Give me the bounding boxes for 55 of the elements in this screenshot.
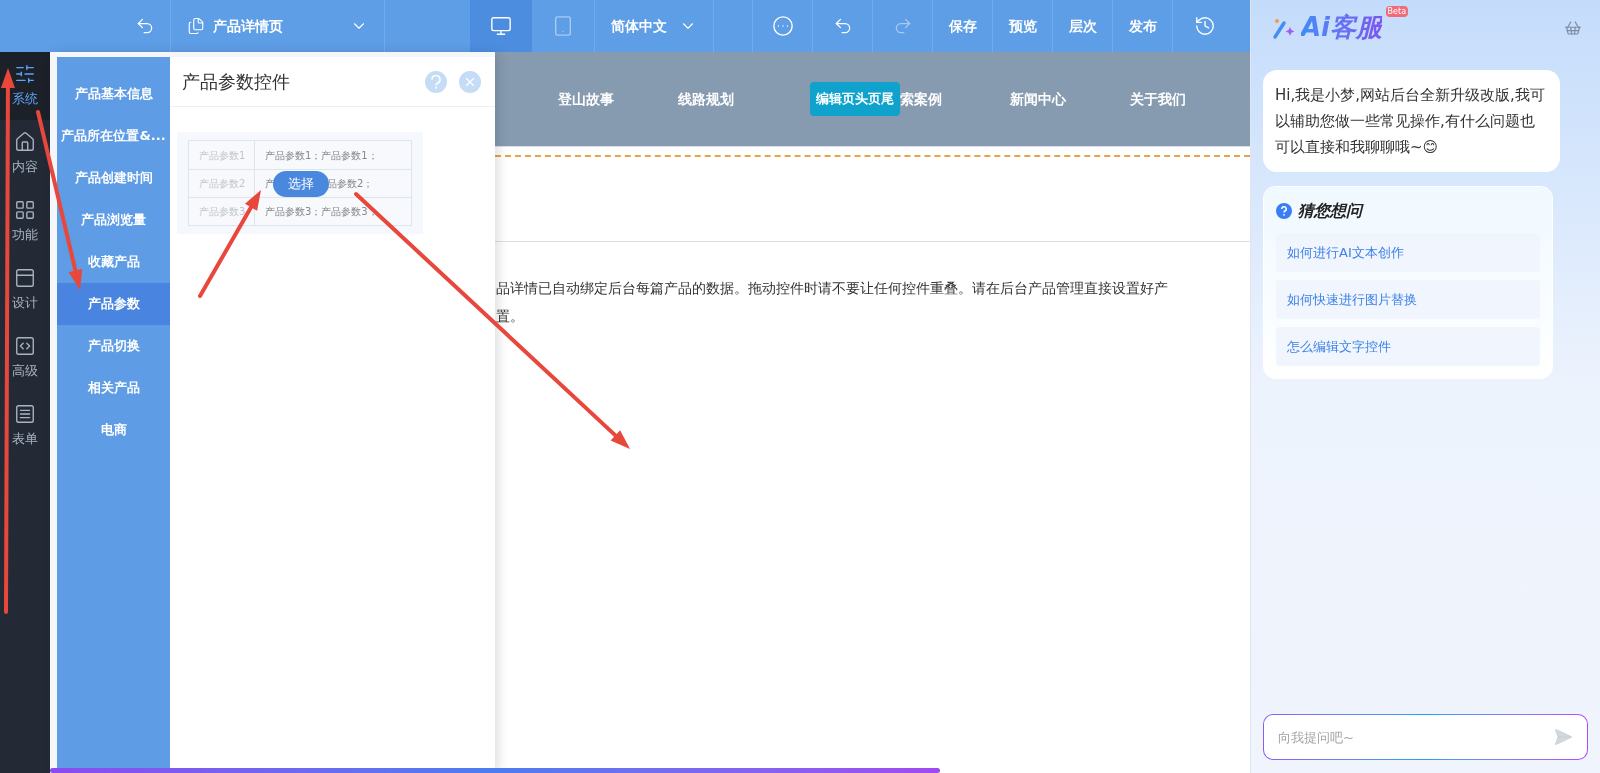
help-icon	[430, 74, 442, 89]
suggestion-item[interactable]: 怎么编辑文字控件	[1276, 327, 1540, 366]
beta-badge: Beta	[1385, 6, 1409, 17]
layout-icon	[14, 267, 36, 290]
tablet-icon	[552, 15, 574, 37]
submenu-item[interactable]: 产品基本信息	[57, 73, 170, 115]
question-icon	[1276, 203, 1292, 219]
submenu-item[interactable]: 产品浏览量	[57, 199, 170, 241]
clear-button[interactable]	[1564, 18, 1582, 37]
horizontal-scrollbar[interactable]	[50, 768, 940, 773]
code-icon	[14, 335, 36, 358]
suggestions-title: 猜您想问	[1298, 200, 1362, 222]
assistant-logo: Ai客服	[1301, 12, 1383, 42]
body-text: 品详情已自动绑定后台每篇产品的数据。拖动控件时请不要让任何控件重叠。请在后台产品管理直接设置好产	[496, 279, 1169, 298]
panel-title: 产品参数控件	[182, 70, 291, 94]
send-icon[interactable]	[1553, 727, 1573, 747]
sidebar-item[interactable]: 内容	[0, 120, 50, 188]
house-icon	[14, 131, 36, 154]
param-value: 产品参数3；产品参数3；	[265, 205, 378, 219]
pages-icon	[187, 17, 205, 35]
suggestion-item[interactable]: 如何进行AI文本创作	[1276, 233, 1540, 272]
sidebar-item[interactable]: 功能	[0, 188, 50, 256]
submenu-item[interactable]: 产品参数	[57, 283, 170, 325]
submenu-item[interactable]: 产品创建时间	[57, 157, 170, 199]
sliders-icon	[14, 63, 36, 86]
nav-link[interactable]: 登山故事	[558, 88, 679, 110]
submenu-item[interactable]: 相关产品	[57, 367, 170, 409]
history-icon	[1193, 15, 1216, 37]
back-icon	[135, 16, 155, 36]
grid-icon	[14, 199, 36, 222]
sidebar-item[interactable]: 设计	[0, 256, 50, 324]
param-value: 产品参数1；产品参数1；	[265, 148, 378, 163]
submenu-item[interactable]: 收藏产品	[57, 241, 170, 283]
edit-header-button[interactable]: 编辑页头页尾	[810, 82, 901, 116]
basket-icon	[1564, 18, 1582, 37]
device-tab[interactable]	[470, 0, 532, 52]
submenu-item[interactable]: 产品所在位置&...	[57, 115, 170, 157]
body-text: 置。	[496, 307, 525, 326]
suggestion-item[interactable]: 如何快速进行图片替换	[1276, 280, 1540, 319]
close-button[interactable]	[459, 70, 481, 93]
select-button[interactable]: 选择	[273, 170, 329, 197]
nav-link[interactable]: 线路规划	[678, 88, 799, 110]
desktop-icon	[490, 15, 512, 37]
list-icon	[14, 403, 36, 426]
sidebar-item[interactable]: 高级	[0, 324, 50, 392]
more-icon	[771, 15, 794, 37]
nav-link[interactable]: 新闻中心	[1009, 88, 1130, 110]
help-button[interactable]	[425, 70, 447, 93]
sidebar-item[interactable]: 系统	[0, 52, 50, 120]
greeting-text: Hi,我是小梦,网站后台全新升级改版,我可以辅助您做一些常见操作,有什么问题也可以直接和我聊聊哦~😊	[1275, 85, 1546, 158]
nav-link[interactable]: 关于我们	[1130, 88, 1250, 110]
sidebar-item[interactable]: 表单	[0, 392, 50, 460]
submenu-item[interactable]: 电商	[57, 409, 170, 451]
nav-link[interactable]: 索案例	[900, 88, 1010, 110]
submenu-item[interactable]: 产品切换	[57, 325, 170, 367]
